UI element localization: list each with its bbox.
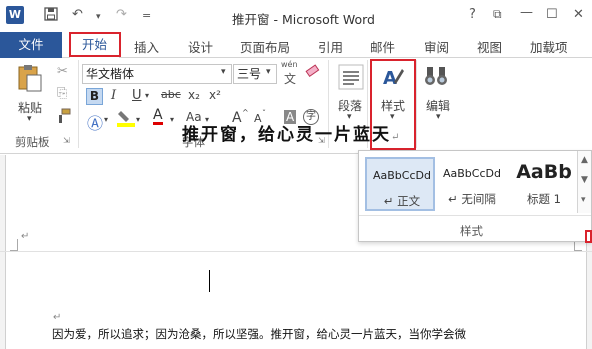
paste-icon[interactable]	[16, 64, 44, 92]
save-icon[interactable]	[44, 7, 58, 25]
customize-qat-icon[interactable]: =	[142, 9, 151, 22]
undo-icon[interactable]: ↶	[72, 7, 83, 22]
text-cursor	[209, 270, 210, 292]
subscript-button[interactable]: x₂	[188, 88, 200, 102]
gallery-divider	[359, 215, 591, 216]
tab-review[interactable]: 审阅	[424, 37, 449, 56]
underline-button[interactable]: U	[132, 88, 142, 103]
format-painter-icon[interactable]	[56, 108, 72, 127]
font-size-dropdown-icon[interactable]: ▾	[266, 67, 271, 77]
tab-layout[interactable]: 页面布局	[240, 37, 290, 56]
style-sample: AaBb	[516, 161, 572, 183]
font-color-dropdown-icon[interactable]: ▾	[170, 115, 174, 124]
highlight-color-icon[interactable]	[117, 108, 135, 131]
paragraph-icon[interactable]	[338, 64, 364, 93]
tab-design[interactable]: 设计	[188, 37, 213, 56]
clipboard-launcher-icon[interactable]: ⇲	[63, 136, 70, 145]
tab-addins[interactable]: 加载项	[530, 37, 568, 56]
italic-button[interactable]: I	[111, 88, 116, 103]
undo-dropdown-icon[interactable]: ▾	[96, 12, 101, 22]
cut-icon[interactable]: ✂	[57, 64, 68, 79]
font-name-box[interactable]: 华文楷体	[82, 64, 232, 84]
para-mark: ↵	[53, 312, 62, 323]
phonetic-guide-text: wén	[281, 60, 298, 69]
style-normal[interactable]: AaBbCcDd ↵ 正文	[365, 157, 435, 211]
document-body-text: 因为爱，所以追求；因为沧桑，所以坚强。推开窗，给心灵一片蓝天，当你学会微	[52, 327, 466, 341]
underline-dropdown-icon[interactable]: ▾	[145, 91, 149, 100]
text-effects-icon[interactable]: Ⓐ	[87, 110, 103, 134]
clipboard-group-label: 剪贴板	[15, 135, 50, 149]
strikethrough-button[interactable]: abc	[161, 88, 181, 101]
editing-dropdown-icon[interactable]: ▾	[436, 112, 441, 122]
margin-corner-mark	[10, 239, 18, 251]
maximize-button[interactable]: ☐	[546, 7, 558, 22]
text-effects-dropdown-icon[interactable]: ▾	[104, 115, 108, 124]
gallery-more-icon[interactable]: ▾	[581, 195, 586, 205]
font-name-dropdown-icon[interactable]: ▾	[221, 67, 226, 77]
style-sample: AaBbCcDd	[373, 169, 431, 182]
close-button[interactable]: ✕	[573, 7, 584, 22]
tab-file[interactable]: 文件	[0, 32, 62, 58]
tab-mailings[interactable]: 邮件	[370, 37, 395, 56]
window-title: 推开窗 - Microsoft Word	[232, 12, 375, 27]
style-heading-1[interactable]: AaBb 标题 1	[509, 157, 577, 211]
minimize-button[interactable]: —	[520, 5, 533, 20]
style-name: 标题 1	[527, 192, 561, 206]
binoculars-icon[interactable]	[423, 64, 451, 91]
clear-format-icon[interactable]	[304, 63, 320, 82]
gallery-up-icon[interactable]: ▲	[581, 155, 588, 165]
style-name: ↵ 无间隔	[448, 192, 496, 206]
bold-button[interactable]: B	[86, 88, 103, 105]
word-app-icon[interactable]: W	[6, 6, 24, 24]
tab-insert[interactable]: 插入	[134, 37, 159, 56]
redo-icon[interactable]: ↷	[116, 7, 127, 22]
gallery-scrollbar[interactable]: ▲ ▼ ▾	[577, 151, 591, 213]
superscript-button[interactable]: x²	[209, 88, 221, 102]
title-bar: W ↶ ▾ ↷ = 推开窗 - Microsoft Word ? ⧉ — ☐ ✕	[0, 0, 592, 32]
styles-launcher-highlight[interactable]	[585, 230, 592, 243]
highlight-dropdown-icon[interactable]: ▾	[136, 115, 140, 124]
para-mark: ↵	[21, 231, 30, 242]
font-color-icon[interactable]: A	[153, 108, 163, 125]
styles-gallery: AaBbCcDd ↵ 正文 AaBbCcDd ↵ 无间隔 AaBb 标题 1 ▲…	[358, 150, 592, 242]
group-divider	[78, 60, 79, 148]
document-title: 推开窗，给心灵一片蓝天↵	[182, 125, 402, 145]
phonetic-guide-icon[interactable]: 文	[284, 70, 296, 87]
gallery-down-icon[interactable]: ▼	[581, 175, 588, 185]
style-sample: AaBbCcDd	[443, 167, 501, 180]
styles-group-label: 样式	[460, 224, 483, 238]
shrink-font-arrow-icon: ˇ	[262, 109, 266, 118]
home-tab-highlight	[69, 32, 121, 57]
paste-dropdown-icon[interactable]: ▾	[27, 114, 32, 124]
style-no-spacing[interactable]: AaBbCcDd ↵ 无间隔	[437, 157, 507, 211]
copy-icon[interactable]: ⎘	[57, 86, 67, 101]
title-para-mark: ↵	[391, 132, 402, 143]
ribbon-display-button[interactable]: ⧉	[493, 7, 502, 22]
page-break-line	[0, 251, 592, 252]
style-name: ↵ 正文	[383, 194, 421, 208]
group-divider	[416, 60, 417, 148]
tab-view[interactable]: 视图	[477, 37, 502, 56]
tab-references[interactable]: 引用	[318, 37, 343, 56]
grow-font-arrow-icon: ^	[242, 108, 249, 117]
help-button[interactable]: ?	[469, 7, 476, 22]
